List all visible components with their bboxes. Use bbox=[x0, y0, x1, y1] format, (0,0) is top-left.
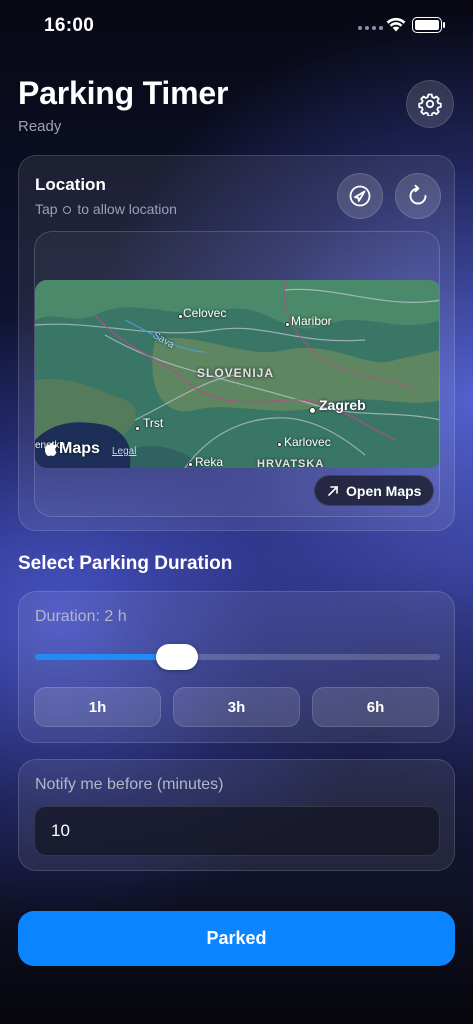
map-label-celovec: Celovec bbox=[183, 306, 227, 320]
map-label-reka: Reka bbox=[195, 455, 224, 468]
location-hint-prefix: Tap bbox=[35, 201, 58, 217]
slider-thumb[interactable] bbox=[155, 644, 198, 670]
page-title: Parking Timer bbox=[18, 75, 229, 111]
location-dot-icon bbox=[63, 206, 72, 214]
map-label-karlovec: Karlovec bbox=[284, 435, 331, 449]
wifi-icon bbox=[386, 17, 406, 32]
city-dot bbox=[277, 442, 282, 447]
map-view[interactable]: Celovec Maribor Sava SLOVENIJA Trst Zagr… bbox=[35, 280, 439, 468]
notify-minutes-input[interactable] bbox=[34, 806, 440, 856]
notify-card: Notify me before (minutes) bbox=[18, 759, 455, 871]
status-text: Ready bbox=[18, 118, 62, 135]
map-label-zagreb: Zagreb bbox=[319, 397, 366, 413]
preset-1h-button[interactable]: 1h bbox=[34, 687, 161, 727]
location-hint: Tap to allow location bbox=[35, 201, 177, 217]
city-dot bbox=[309, 407, 316, 414]
location-title: Location bbox=[35, 175, 106, 194]
open-maps-button[interactable]: Open Maps bbox=[314, 475, 435, 506]
location-arrow-icon bbox=[349, 185, 371, 207]
map-frame: Celovec Maribor Sava SLOVENIJA Trst Zagr… bbox=[34, 231, 440, 517]
status-bar: 16:00 bbox=[0, 0, 473, 54]
duration-section-title: Select Parking Duration bbox=[18, 553, 233, 574]
maps-logo: Maps bbox=[45, 440, 100, 458]
map-label-trst: Trst bbox=[143, 416, 164, 430]
map-label-maribor: Maribor bbox=[291, 314, 332, 328]
duration-slider[interactable] bbox=[35, 654, 440, 660]
maps-logo-text: Maps bbox=[59, 440, 100, 457]
duration-label: Duration: 2 h bbox=[35, 608, 127, 625]
settings-button[interactable] bbox=[406, 80, 454, 128]
refresh-icon bbox=[409, 184, 427, 205]
refresh-button[interactable] bbox=[395, 173, 441, 219]
gear-icon bbox=[418, 93, 442, 116]
map-label-slovenija: SLOVENIJA bbox=[197, 366, 275, 380]
battery-icon bbox=[412, 17, 445, 33]
city-dot bbox=[135, 426, 140, 431]
city-dot bbox=[188, 462, 193, 467]
duration-card: Duration: 2 h 1h 3h 6h bbox=[18, 591, 455, 743]
apple-logo-icon bbox=[45, 442, 57, 456]
preset-3h-button[interactable]: 3h bbox=[173, 687, 300, 727]
city-dot bbox=[285, 322, 290, 327]
parked-button[interactable]: Parked bbox=[18, 911, 455, 966]
maps-legal-link[interactable]: Legal bbox=[112, 446, 136, 457]
locate-button[interactable] bbox=[337, 173, 383, 219]
status-time: 16:00 bbox=[44, 15, 95, 36]
arrow-up-right-icon bbox=[328, 485, 338, 496]
open-maps-label: Open Maps bbox=[346, 482, 422, 499]
city-dot bbox=[178, 314, 183, 319]
map-label-hrvatska: HRVATSKA bbox=[257, 458, 325, 468]
location-hint-suffix: to allow location bbox=[77, 201, 177, 217]
notify-label: Notify me before (minutes) bbox=[35, 776, 224, 793]
location-card: Location Tap to allow location Celovec M… bbox=[18, 155, 455, 531]
signal-dots-icon bbox=[358, 26, 383, 30]
preset-6h-button[interactable]: 6h bbox=[312, 687, 439, 727]
